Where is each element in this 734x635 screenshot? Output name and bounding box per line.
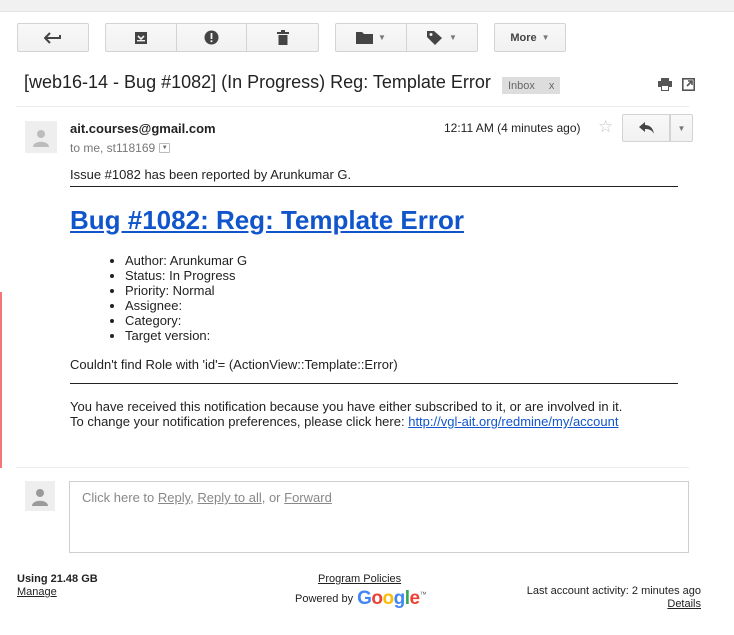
back-button[interactable] [17, 23, 89, 52]
label-icon [427, 31, 443, 45]
attribute-target-version: Target version: [125, 328, 247, 343]
more-button-label: More [510, 31, 537, 44]
inbox-label-text: Inbox [508, 79, 535, 92]
side-marker [0, 292, 2, 468]
reply-all-link[interactable]: Reply to all [197, 490, 261, 505]
print-icon [658, 78, 672, 91]
attribute-author: Author: Arunkumar G [125, 253, 247, 268]
top-bar [0, 0, 734, 12]
toolbar: ▼ ▼ More ▼ [0, 23, 734, 52]
powered-by-text: Powered by [295, 593, 354, 605]
google-letter: g [393, 588, 406, 609]
error-text: Couldn't find Role with 'id'= (ActionVie… [70, 357, 398, 372]
sender-email[interactable]: ait.courses@gmail.com [70, 121, 216, 136]
back-arrow-icon [44, 31, 61, 44]
chevron-down-icon: ▼ [378, 33, 386, 42]
reply-link[interactable]: Reply [158, 490, 190, 505]
storage-usage: Using 21.48 GB [17, 573, 98, 585]
reply-box[interactable]: Click here to Reply, Reply to all, or Fo… [69, 481, 689, 553]
chevron-down-icon: ▼ [541, 33, 550, 42]
reply-icon [638, 122, 654, 134]
inbox-label-chip[interactable]: Inbox x [502, 77, 561, 94]
google-logo: Google™ [357, 588, 426, 610]
recipients: to me, st118169 ▼ [70, 141, 171, 155]
attribute-priority: Priority: Normal [125, 283, 247, 298]
bug-attributes: Author: Arunkumar G Status: In Progress … [110, 253, 247, 343]
notification-settings-link[interactable]: http://vgl-ait.org/redmine/my/account [408, 414, 618, 429]
folder-icon [356, 32, 374, 44]
new-window-icon [682, 78, 695, 91]
remove-label-button[interactable]: x [549, 80, 555, 92]
email-subject: [web16-14 - Bug #1082] (In Progress) Reg… [24, 72, 491, 92]
delete-icon [276, 30, 289, 45]
show-details-button[interactable]: ▼ [159, 143, 171, 153]
report-spam-button[interactable] [177, 23, 247, 52]
google-letter: G [357, 588, 372, 609]
details-link-text[interactable]: Details [667, 598, 701, 610]
manage-link-text[interactable]: Manage [17, 586, 57, 598]
chevron-down-icon: ▼ [449, 33, 457, 42]
divider [16, 467, 689, 468]
labels-button[interactable]: ▼ [407, 23, 478, 52]
chevron-down-icon: ▼ [677, 123, 686, 133]
divider [16, 106, 689, 107]
google-letter: e [409, 588, 420, 609]
my-avatar [25, 481, 55, 511]
report-spam-icon [204, 30, 219, 45]
sender-avatar[interactable] [25, 121, 57, 153]
print-button[interactable] [658, 78, 672, 92]
policies-link-text[interactable]: Program Policies [318, 573, 401, 585]
more-message-actions-button[interactable]: ▼ [670, 114, 693, 142]
reply-prefix: Click here to [82, 490, 155, 505]
message-time: 12:11 AM (4 minutes ago) [444, 121, 581, 135]
reply-sep-2: , or [261, 490, 281, 505]
last-activity: Last account activity: 2 minutes ago [526, 585, 701, 597]
bug-title-link[interactable]: Bug #1082: Reg: Template Error [70, 205, 464, 236]
attribute-assignee: Assignee: [125, 298, 247, 313]
body-rule [70, 186, 678, 187]
reply-button[interactable] [622, 114, 670, 142]
details-link[interactable]: Details [667, 598, 701, 610]
subject-row: [web16-14 - Bug #1082] (In Progress) Reg… [24, 72, 734, 98]
issue-intro: Issue #1082 has been reported by Arunkum… [70, 167, 352, 182]
recipients-text: to me, st118169 [70, 141, 156, 155]
reply-sep-1: , [190, 490, 194, 505]
delete-button[interactable] [247, 23, 319, 52]
open-new-window-button[interactable] [682, 78, 696, 92]
avatar-icon [32, 489, 48, 506]
notice-line-2: To change your notification preferences,… [70, 414, 618, 429]
avatar-icon [33, 130, 49, 147]
archive-icon [135, 31, 147, 44]
move-to-button[interactable]: ▼ [335, 23, 407, 52]
forward-link[interactable]: Forward [284, 490, 332, 505]
powered-by: Powered by Google™ [295, 588, 427, 610]
archive-button[interactable] [105, 23, 177, 52]
manage-storage-link[interactable]: Manage [17, 586, 57, 598]
google-letter: o [371, 588, 383, 609]
notice-line-2-text: To change your notification preferences,… [70, 414, 405, 429]
body-rule [70, 383, 678, 384]
attribute-category: Category: [125, 313, 247, 328]
star-icon[interactable]: ☆ [598, 117, 613, 137]
notice-line-1: You have received this notification beca… [70, 399, 623, 414]
more-button[interactable]: More ▼ [494, 23, 566, 52]
google-letter: o [382, 588, 394, 609]
trademark: ™ [419, 591, 427, 599]
attribute-status: Status: In Progress [125, 268, 247, 283]
program-policies-link[interactable]: Program Policies [318, 573, 401, 585]
